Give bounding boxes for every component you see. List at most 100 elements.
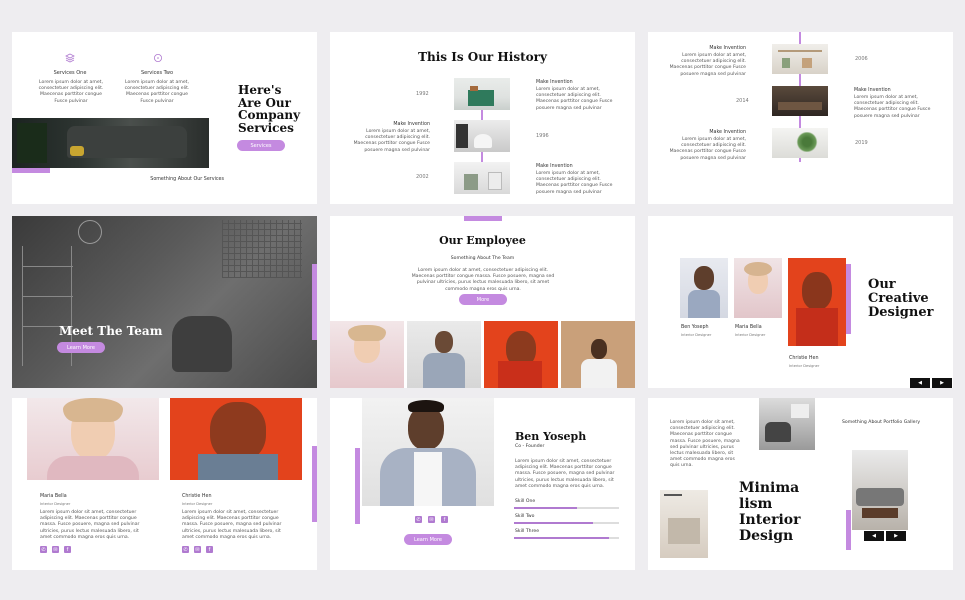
member-name-1: Maria Bella [40, 494, 67, 499]
skill-bar-1 [514, 507, 619, 509]
member-social-1: ✆ ✉ f [40, 546, 71, 553]
mail-icon[interactable]: ✉ [194, 546, 201, 553]
services-button[interactable]: Services [237, 140, 285, 151]
minimalism-photo-right [852, 450, 908, 530]
slide-history-continued[interactable]: 2006 2014 2019 Make Invention Lorem ipsu… [648, 32, 953, 204]
slide-title: Here's Are Our Company Services [238, 83, 301, 135]
member-role-1: Interior Designer [40, 502, 71, 506]
history-photo-5 [772, 86, 828, 116]
member-social-2: ✆ ✉ f [182, 546, 213, 553]
prev-arrow-button[interactable]: ◀ [910, 378, 930, 388]
slide-minimalism[interactable]: Lorem ipsum dolor sit amet, consectetuer… [648, 398, 953, 570]
profile-name: Ben Yoseph [515, 430, 587, 443]
minimalism-prev-button[interactable]: ◀ [864, 531, 884, 541]
phone-icon[interactable]: ✆ [40, 546, 47, 553]
slide-our-employee[interactable]: Our Employee Something About The Team Lo… [330, 216, 635, 388]
designer-photo-3 [788, 258, 846, 346]
services-caption: Something About Our Services [150, 177, 224, 182]
minimalism-title: Minima lism Interior Design [739, 480, 801, 544]
designer-photo-2 [734, 258, 782, 318]
member-photo-2 [170, 398, 302, 480]
slide-profile[interactable]: ✆ ✉ f Learn More Ben Yoseph Co - Founder… [330, 398, 635, 570]
profile-accent-bar [355, 448, 360, 524]
designer-role-1: Interior Designer [681, 333, 712, 337]
employee-photo-3 [484, 321, 558, 388]
portfolio-caption: Something About Portfolio Gallery [842, 420, 921, 425]
profile-learn-more-button[interactable]: Learn More [404, 534, 452, 545]
facebook-icon[interactable]: f [64, 546, 71, 553]
history-item-text-4: Lorem ipsum dolor at amet, consectetuer … [669, 53, 746, 77]
accent-bar-right [312, 264, 317, 340]
history-photo-3 [454, 162, 510, 194]
skill-label-3: Skill Three [515, 529, 540, 534]
history-photo-4 [772, 44, 828, 74]
history-item-title-6: Make Invention [709, 130, 746, 135]
history-item-text-5: Lorem ipsum dolor at amet, consectetuer … [854, 95, 931, 119]
service-one-text: Lorem ipsum dolor at amet, consectetuer … [38, 80, 104, 104]
learn-more-button[interactable]: Learn More [57, 342, 105, 353]
minimalism-accent-bar [846, 510, 851, 550]
meet-team-title: Meet The Team [59, 324, 163, 338]
profile-role: Co - Founder [515, 444, 545, 449]
history-year-1: 1992 [416, 91, 429, 97]
chair-shape [172, 316, 232, 372]
history-photo-6 [772, 128, 828, 158]
history-year-2: 1996 [536, 133, 549, 139]
slide-creative-designer[interactable]: Ben Yoseph Interior Designer Maria Bella… [648, 216, 953, 388]
history-item-title-2: Make Invention [393, 122, 430, 127]
member-accent-bar [312, 446, 317, 522]
designer-name-1: Ben Yoseph [681, 325, 709, 330]
slide-company-services[interactable]: Services One Lorem ipsum dolor at amet, … [12, 32, 317, 204]
member-photo-1 [27, 398, 159, 480]
skill-label-2: Skill Two [515, 514, 535, 519]
history-title: This Is Our History [418, 50, 547, 64]
member-name-2: Christie Hen [182, 494, 212, 499]
wall-grid [222, 220, 302, 278]
member-text-1: Lorem ipsum dolor sit amet, consectetuer… [40, 510, 140, 540]
wall-clock [78, 220, 102, 244]
skill-label-1: Skill One [515, 499, 536, 504]
history-year-4: 2006 [855, 56, 868, 62]
phone-icon[interactable]: ✆ [182, 546, 189, 553]
mail-icon[interactable]: ✉ [428, 516, 435, 523]
skill-bar-3 [514, 537, 619, 539]
employee-text: Lorem ipsum dolor at amet, consectetuer … [411, 268, 555, 292]
profile-social: ✆ ✉ f [415, 516, 448, 523]
profile-text: Lorem ipsum dolor sit amet, consectetuer… [515, 459, 615, 489]
history-year-3: 2002 [416, 174, 429, 180]
slide-team-members[interactable]: Maria Bella Interior Designer Lorem ipsu… [12, 398, 317, 570]
phone-icon[interactable]: ✆ [415, 516, 422, 523]
skill-fill [514, 507, 577, 509]
layers-icon [64, 52, 76, 64]
history-year-6: 2019 [855, 140, 868, 146]
history-year-5: 2014 [736, 98, 749, 104]
employee-photo-2 [407, 321, 481, 388]
facebook-icon[interactable]: f [441, 516, 448, 523]
chat-icon [152, 52, 164, 64]
designer-name-3: Christie Hen [789, 356, 819, 361]
employee-photo-1 [330, 321, 404, 388]
service-one-title: Services One [53, 70, 87, 76]
employee-photo-4 [561, 321, 635, 388]
minimalism-next-button[interactable]: ▶ [886, 531, 906, 541]
slide-meet-the-team[interactable]: Meet The Team Learn More [12, 216, 317, 388]
profile-photo [362, 398, 494, 506]
accent-bar-top [464, 216, 502, 221]
service-two-title: Services Two [140, 70, 174, 76]
next-arrow-button[interactable]: ▶ [932, 378, 952, 388]
history-item-text-2: Lorem ipsum dolor at amet, consectetuer … [353, 129, 430, 153]
history-item-text-6: Lorem ipsum dolor at amet, consectetuer … [669, 137, 746, 161]
history-photo-1 [454, 78, 510, 110]
skill-fill [514, 522, 593, 524]
minimalism-photo-top [759, 398, 815, 450]
designer-role-3: Interior Designer [789, 364, 820, 368]
member-text-2: Lorem ipsum dolor sit amet, consectetuer… [182, 510, 282, 540]
facebook-icon[interactable]: f [206, 546, 213, 553]
history-item-title-3: Make Invention [536, 164, 573, 169]
history-item-title-5: Make Invention [854, 88, 891, 93]
more-button[interactable]: More [459, 294, 507, 305]
mail-icon[interactable]: ✉ [52, 546, 59, 553]
slide-history[interactable]: This Is Our History 1992 1996 2002 Make … [330, 32, 635, 204]
skill-fill [514, 537, 609, 539]
designer-photo-1 [680, 258, 728, 318]
